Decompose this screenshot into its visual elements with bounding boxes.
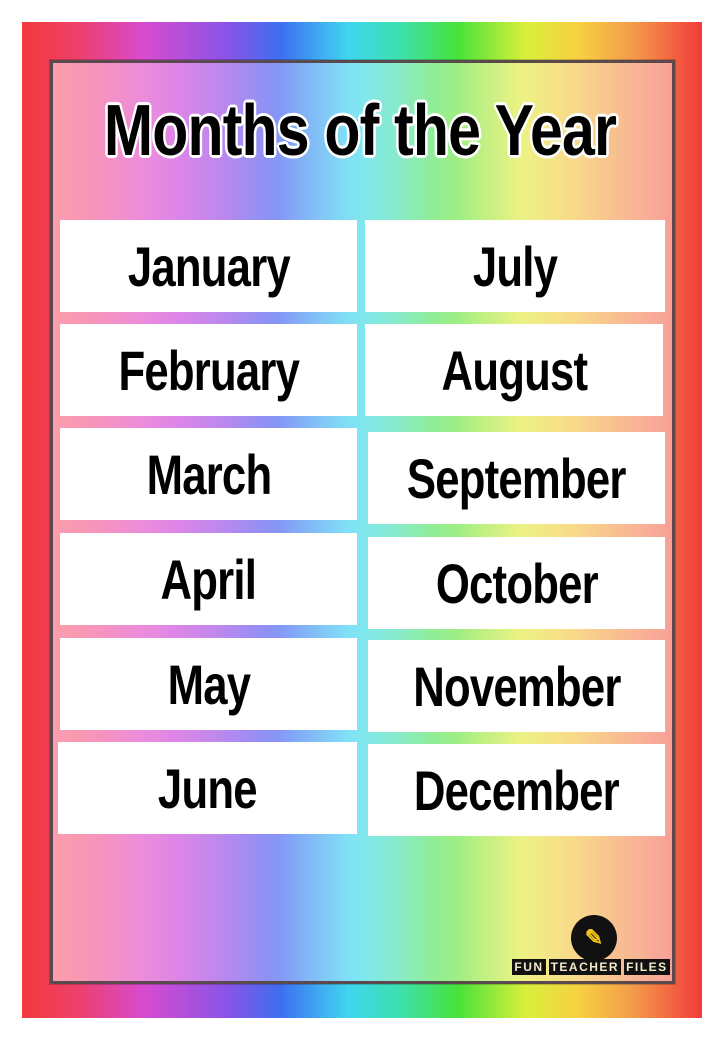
month-label: March xyxy=(146,442,272,506)
month-label: May xyxy=(167,652,250,716)
month-label: June xyxy=(158,756,258,820)
month-label: November xyxy=(412,654,621,718)
month-card: April xyxy=(60,533,357,625)
month-label: August xyxy=(441,338,588,402)
month-label: April xyxy=(160,547,257,611)
month-card: March xyxy=(60,428,357,520)
month-label: October xyxy=(435,551,598,615)
month-card: October xyxy=(368,537,665,629)
month-card: January xyxy=(60,220,357,312)
month-card: May xyxy=(60,638,357,730)
month-label: February xyxy=(118,338,299,402)
logo-word: TEACHER xyxy=(548,959,622,975)
logo-word: FUN xyxy=(512,959,546,975)
month-card: July xyxy=(365,220,665,312)
logo-word: FILES xyxy=(624,959,670,975)
pencil-icon: ✎ xyxy=(571,915,617,961)
month-label: September xyxy=(407,446,627,510)
month-card: December xyxy=(368,744,665,836)
month-card: August xyxy=(365,324,663,416)
month-card: June xyxy=(58,742,357,834)
month-label: January xyxy=(127,234,290,298)
month-card: September xyxy=(368,432,665,524)
month-card: November xyxy=(368,640,665,732)
month-label: December xyxy=(414,758,620,822)
month-label: July xyxy=(472,234,558,298)
fun-teacher-files-logo: ✎ FUN TEACHER FILES xyxy=(508,915,674,977)
poster-title: Months of the Year xyxy=(103,91,617,171)
month-card: February xyxy=(60,324,357,416)
